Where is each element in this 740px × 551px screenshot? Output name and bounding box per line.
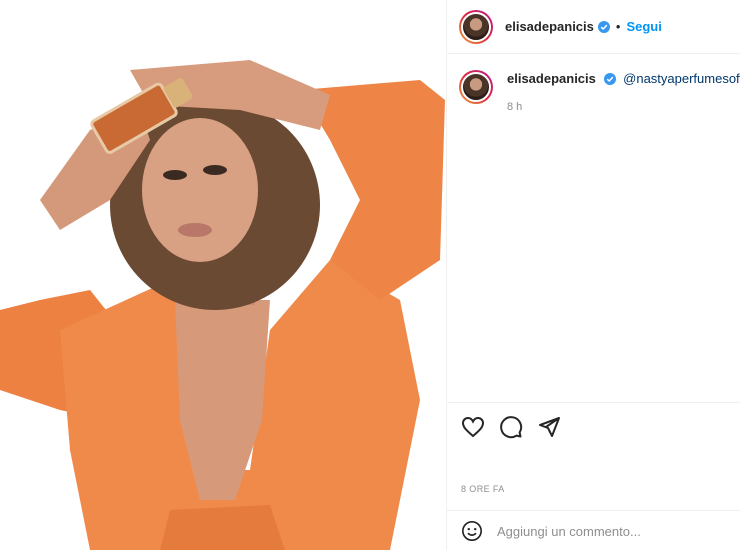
caption-time: 8 h [507, 101, 523, 113]
comment-icon[interactable] [499, 415, 523, 439]
caption-mention[interactable]: @nastyaperfumesofficial [623, 71, 740, 86]
comment-box [447, 510, 740, 551]
follow-button[interactable]: Segui [626, 19, 661, 34]
share-icon[interactable] [537, 415, 561, 439]
caption: elisadepanicis @nastyaperfumesofficial 8… [447, 54, 740, 116]
author-avatar[interactable] [459, 9, 493, 44]
post-image[interactable] [0, 0, 446, 550]
emoji-icon[interactable] [461, 520, 483, 542]
verified-badge-icon [603, 73, 616, 85]
author-username[interactable]: elisadepanicis [505, 19, 594, 34]
post-photo [0, 0, 446, 550]
caption-username[interactable]: elisadepanicis [507, 71, 596, 86]
action-bar [447, 402, 740, 451]
comment-input[interactable] [495, 522, 719, 540]
post-timestamp: 8 ORE FA [461, 484, 505, 494]
caption-body: elisadepanicis @nastyaperfumesofficial 8… [507, 70, 740, 116]
post-header: elisadepanicis • Segui [447, 0, 740, 54]
caption-avatar[interactable] [459, 70, 493, 104]
verified-badge-icon [597, 20, 610, 33]
post-sidebar: elisadepanicis • Segui elisadepanicis @n… [446, 0, 740, 550]
instagram-post: elisadepanicis • Segui elisadepanicis @n… [0, 0, 740, 550]
like-heart-icon[interactable] [461, 415, 485, 439]
separator-dot: • [615, 19, 621, 34]
